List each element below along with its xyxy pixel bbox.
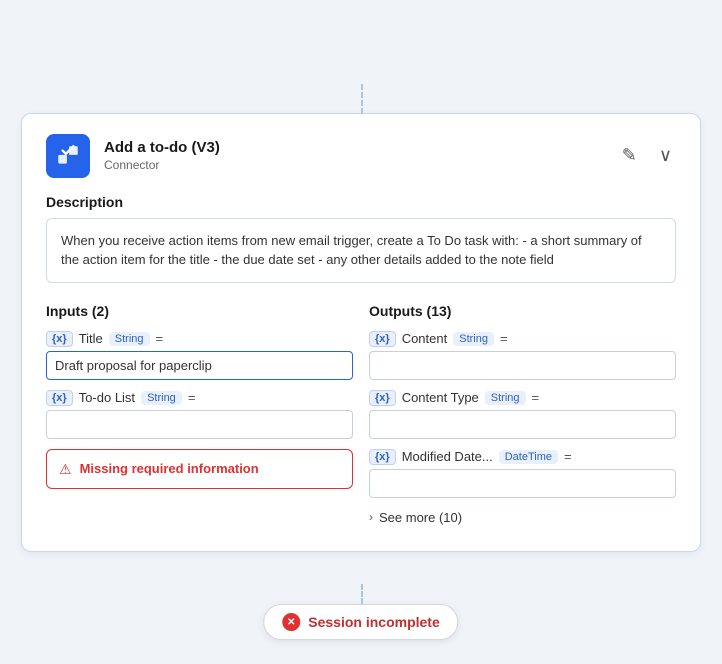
output-field-content: {x} Content String = bbox=[369, 331, 676, 380]
input-title-name: Title bbox=[79, 331, 103, 346]
app-icon bbox=[46, 134, 90, 178]
input-title-type: String bbox=[109, 332, 150, 346]
description-label: Description bbox=[46, 194, 676, 210]
card-subtitle: Connector bbox=[104, 158, 220, 172]
output-content-type-label-row: {x} Content Type String = bbox=[369, 390, 676, 406]
output-modified-date-equals: = bbox=[564, 449, 572, 464]
output-content-type-var-badge: {x} bbox=[369, 390, 396, 406]
see-more-button[interactable]: › See more (10) bbox=[369, 508, 462, 527]
output-content-type: String bbox=[453, 332, 494, 346]
description-text: When you receive action items from new e… bbox=[46, 218, 676, 283]
input-todolist-var-badge: {x} bbox=[46, 390, 73, 406]
outputs-column: Outputs (13) {x} Content String = {x} bbox=[369, 303, 676, 527]
output-content-name: Content bbox=[402, 331, 448, 346]
missing-info-error: ⚠ Missing required information bbox=[46, 449, 353, 489]
card-title: Add a to-do (V3) bbox=[104, 139, 220, 156]
output-modified-date-type: DateTime bbox=[499, 450, 558, 464]
chevron-right-icon: › bbox=[369, 510, 373, 524]
input-todolist-field[interactable] bbox=[46, 410, 353, 439]
page-wrapper: Add a to-do (V3) Connector ✎ ∨ Descripti… bbox=[0, 0, 722, 664]
input-field-title: {x} Title String = bbox=[46, 331, 353, 380]
session-error-icon bbox=[282, 613, 300, 631]
input-field-todolist: {x} To-do List String = bbox=[46, 390, 353, 439]
output-content-var-badge: {x} bbox=[369, 331, 396, 347]
output-field-modified-date: {x} Modified Date... DateTime = bbox=[369, 449, 676, 498]
header-left: Add a to-do (V3) Connector bbox=[46, 134, 220, 178]
collapse-button[interactable]: ∨ bbox=[655, 143, 676, 168]
output-content-type-name: Content Type bbox=[402, 390, 479, 405]
inputs-title: Inputs (2) bbox=[46, 303, 353, 319]
output-content-label-row: {x} Content String = bbox=[369, 331, 676, 347]
output-modified-date-field[interactable] bbox=[369, 469, 676, 498]
inputs-column: Inputs (2) {x} Title String = {x} To- bbox=[46, 303, 353, 527]
input-title-field[interactable] bbox=[46, 351, 353, 380]
session-incomplete-pill: Session incomplete bbox=[263, 604, 458, 640]
output-content-equals: = bbox=[500, 331, 508, 346]
action-card: Add a to-do (V3) Connector ✎ ∨ Descripti… bbox=[21, 113, 701, 552]
input-title-label-row: {x} Title String = bbox=[46, 331, 353, 347]
error-message: Missing required information bbox=[80, 460, 259, 478]
input-title-equals: = bbox=[156, 331, 164, 346]
output-content-type-equals: = bbox=[532, 390, 540, 405]
card-header: Add a to-do (V3) Connector ✎ ∨ bbox=[46, 134, 676, 178]
input-todolist-equals: = bbox=[188, 390, 196, 405]
output-content-type-type: String bbox=[485, 391, 526, 405]
output-content-field[interactable] bbox=[369, 351, 676, 380]
warning-icon: ⚠ bbox=[59, 461, 72, 478]
outputs-title: Outputs (13) bbox=[369, 303, 676, 319]
see-more-label: See more (10) bbox=[379, 510, 462, 525]
edit-button[interactable]: ✎ bbox=[618, 143, 641, 168]
edit-icon: ✎ bbox=[622, 145, 637, 165]
header-actions: ✎ ∨ bbox=[618, 143, 676, 168]
header-text: Add a to-do (V3) Connector bbox=[104, 139, 220, 172]
input-todolist-type: String bbox=[141, 391, 182, 405]
input-title-var-badge: {x} bbox=[46, 331, 73, 347]
input-todolist-label-row: {x} To-do List String = bbox=[46, 390, 353, 406]
io-grid: Inputs (2) {x} Title String = {x} To- bbox=[46, 303, 676, 527]
connector-line-bottom bbox=[361, 584, 363, 604]
output-modified-date-name: Modified Date... bbox=[402, 449, 493, 464]
output-content-type-field[interactable] bbox=[369, 410, 676, 439]
output-modified-date-label-row: {x} Modified Date... DateTime = bbox=[369, 449, 676, 465]
session-incomplete-text: Session incomplete bbox=[308, 614, 439, 630]
chevron-down-icon: ∨ bbox=[659, 145, 672, 165]
output-modified-date-var-badge: {x} bbox=[369, 449, 396, 465]
input-todolist-name: To-do List bbox=[79, 390, 135, 405]
output-field-content-type: {x} Content Type String = bbox=[369, 390, 676, 439]
